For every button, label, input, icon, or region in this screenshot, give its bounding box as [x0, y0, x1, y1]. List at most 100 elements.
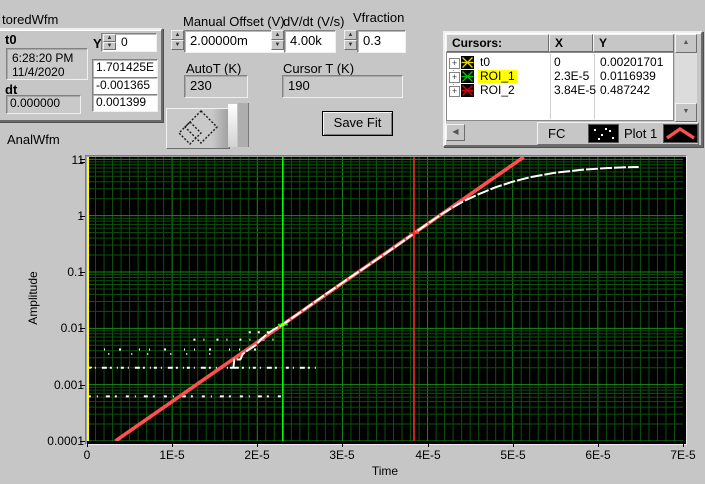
y-tick-label: 0.1 — [24, 265, 84, 279]
cursor-row-roi2[interactable]: + ROI_2 3.84E-5 0.487242 — [447, 84, 673, 98]
y-tick — [80, 159, 85, 160]
x-tick-label: 2E-5 — [235, 448, 279, 462]
x-tick-label: 5E-5 — [491, 448, 535, 462]
y-tick — [80, 328, 85, 329]
x-tick — [513, 443, 514, 447]
vfraction-label: Vfraction — [353, 10, 404, 25]
y-tick-label: 0.001 — [24, 378, 84, 392]
spinner-up-icon[interactable]: ▲ — [171, 30, 184, 40]
cursor-x-value: 2.3E-5 — [554, 70, 589, 83]
fc-plot-glyph[interactable] — [588, 124, 619, 143]
y-index-value[interactable]: 0 — [118, 35, 128, 50]
cursor-crosshair-icon — [461, 56, 474, 69]
y-tick — [80, 162, 85, 163]
x-axis-title: Time — [372, 464, 398, 478]
x-tick — [257, 443, 258, 447]
palette-edge-shade — [238, 103, 249, 147]
red-line-icon — [664, 125, 697, 142]
expand-plus-icon[interactable]: + — [449, 86, 460, 97]
dvdt-spinner[interactable]: ▲ ▼ — [271, 30, 284, 50]
dt-display[interactable]: 0.000000 — [6, 95, 81, 114]
expand-plus-icon[interactable]: + — [449, 58, 460, 69]
wfm-value-3[interactable]: 0.001399 — [92, 94, 158, 112]
x-column-header[interactable]: X — [549, 34, 593, 52]
cursor-y-value: 0.0116939 — [600, 70, 656, 83]
cursor-list[interactable]: + t0 0 0.00201701 + ROI_1 2.3E-5 0.01169… — [446, 52, 674, 121]
wfm-value-1[interactable]: 1.701425E — [92, 59, 158, 78]
cursor-row-t0[interactable]: + t0 0 0.00201701 — [447, 56, 673, 70]
y-column-header[interactable]: Y — [593, 34, 674, 52]
x-tick-label: 4E-5 — [406, 448, 450, 462]
spinner-down-icon[interactable]: ▼ — [171, 40, 184, 50]
plot-area[interactable] — [85, 155, 687, 445]
cursor-list-scrollbar[interactable]: ▲ ▼ — [675, 34, 697, 121]
cursor-y-value: 0.487242 — [600, 84, 650, 97]
graph-title: AnalWfm — [7, 132, 60, 147]
cursor-y-value: 0.00201701 — [600, 56, 663, 69]
t0-label: t0 — [5, 32, 17, 47]
vfraction-input[interactable]: 0.3 — [357, 30, 406, 53]
plot1-line-glyph[interactable] — [663, 124, 698, 143]
cursor-crosshair-icon — [461, 84, 474, 97]
stored-wfm-title: toredWfm — [2, 12, 58, 27]
diamonds-icon — [171, 109, 223, 146]
x-tick — [342, 443, 343, 447]
y-tick-label: 11 — [24, 153, 84, 167]
vfraction-spinner[interactable]: ▲ ▼ — [344, 30, 357, 50]
expand-plus-icon[interactable]: + — [449, 72, 460, 83]
spinner-down-icon[interactable]: ▼ — [103, 42, 116, 50]
y-tick-label: 1 — [24, 209, 84, 223]
spinner-up-icon[interactable]: ▲ — [344, 30, 357, 40]
y-axis-title: Amplitude — [26, 271, 40, 324]
plot-canvas[interactable] — [87, 157, 683, 441]
manual-offset-input[interactable]: 2.00000m — [184, 30, 284, 53]
plot1-legend-label[interactable]: Plot 1 — [624, 126, 657, 141]
cursor-name[interactable]: ROI_2 — [478, 84, 517, 97]
cursor-x-value: 3.84E-5 — [554, 84, 596, 97]
scroll-left-icon[interactable]: ◀ — [446, 124, 465, 141]
x-tick-label: 3E-5 — [320, 448, 364, 462]
autot-display: 230 — [184, 75, 248, 98]
wfm-value-2[interactable]: -0.001365 — [92, 77, 158, 95]
t0-timestamp-display[interactable]: 6:28:20 PM 11/4/2020 — [6, 48, 88, 80]
y-tick — [80, 385, 85, 386]
y-tick — [80, 272, 85, 273]
y-index-control[interactable]: ▲ ▼ 0 — [101, 33, 157, 52]
fc-legend-label[interactable]: FC — [548, 126, 565, 141]
x-tick — [598, 443, 599, 447]
spinner-down-icon[interactable]: ▼ — [344, 40, 357, 50]
manual-offset-label: Manual Offset (V) — [183, 14, 285, 29]
scroll-up-icon[interactable]: ▲ — [675, 34, 697, 53]
x-tick-label: 1E-5 — [150, 448, 194, 462]
x-tick-label: 0 — [65, 448, 109, 462]
cursors-header: Cursors: — [446, 34, 549, 52]
x-tick — [172, 443, 173, 447]
palette-edge-highlight — [228, 104, 237, 147]
spinner-up-icon[interactable]: ▲ — [103, 34, 116, 42]
cursors-panel: Cursors: X Y + t0 0 0.00201701 + ROI_1 2… — [443, 31, 703, 147]
x-tick — [683, 443, 684, 447]
spinner-down-icon[interactable]: ▼ — [271, 40, 284, 50]
x-tick-label: 6E-5 — [576, 448, 620, 462]
y-tick — [80, 441, 85, 442]
spinner-up-icon[interactable]: ▲ — [271, 30, 284, 40]
autot-label: AutoT (K) — [186, 61, 241, 76]
cursor-name[interactable]: t0 — [478, 56, 492, 69]
graph-palette-button[interactable] — [166, 108, 230, 149]
y-tick-label: 0.0001 — [24, 434, 84, 448]
scroll-down-icon[interactable]: ▼ — [675, 103, 697, 122]
cursor-x-value: 0 — [554, 56, 561, 69]
save-fit-button[interactable]: Save Fit — [322, 111, 393, 136]
x-tick-label: 7E-5 — [661, 448, 705, 462]
x-tick — [428, 443, 429, 447]
t0-date: 11/4/2020 — [12, 65, 87, 79]
t0-time: 6:28:20 PM — [12, 51, 87, 65]
dvdt-label: dV/dt (V/s) — [283, 14, 344, 29]
cursor-row-roi1[interactable]: + ROI_1 2.3E-5 0.0116939 — [447, 70, 673, 84]
dvdt-input[interactable]: 4.00k — [284, 30, 336, 53]
scatter-dots-icon — [589, 125, 618, 142]
cursor-name[interactable]: ROI_1 — [478, 70, 517, 83]
cursor-t-label: Cursor T (K) — [283, 61, 354, 76]
manual-offset-spinner[interactable]: ▲ ▼ — [171, 30, 184, 50]
y-index-spinner[interactable]: ▲ ▼ — [103, 34, 116, 50]
